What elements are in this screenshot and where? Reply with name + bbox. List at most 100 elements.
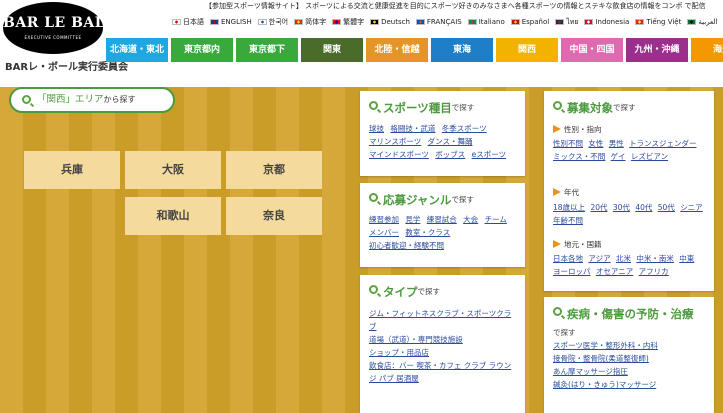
region-tab[interactable]: 東京都下 — [236, 38, 298, 62]
region-tab[interactable]: 東京都内 — [171, 38, 233, 62]
language-link[interactable]: Indonesia — [584, 15, 629, 29]
prefecture-kyoto[interactable]: 京都 — [226, 151, 322, 189]
filter-link[interactable]: 格闘技・武道 — [390, 124, 435, 133]
region-tab[interactable]: 九州・沖縄 — [626, 38, 688, 62]
filter-link[interactable]: メンバー — [369, 228, 399, 237]
prefecture-wakayama[interactable]: 和歌山 — [125, 197, 221, 235]
language-link[interactable]: Italiano — [467, 15, 505, 29]
target-group-nationality: 地元・国籍 — [553, 239, 602, 250]
language-link[interactable]: 简体字 — [294, 15, 326, 29]
card-target-header: 募集対象で探す — [553, 97, 636, 116]
region-tab[interactable]: 北陸・信越 — [366, 38, 428, 62]
filter-link[interactable]: eスポーツ — [472, 150, 506, 159]
card-genre-title: 応募ジャンル — [383, 192, 452, 207]
card-sports-links: 球技 格闘技・武道 冬季スポーツ マリンスポーツ ダンス・舞踊 マインドスポーツ… — [369, 122, 529, 161]
filter-link[interactable]: 練習試合 — [427, 215, 457, 224]
filter-link[interactable]: 接骨院・整骨院(柔道整復師) — [553, 352, 707, 365]
prefecture-osaka[interactable]: 大阪 — [125, 151, 221, 189]
prefecture-hyogo[interactable]: 兵庫 — [24, 151, 120, 189]
language-label: ไทย — [566, 18, 579, 26]
card-sports-suffix: で探す — [451, 103, 475, 112]
filter-link[interactable]: 中米・南米 — [636, 254, 674, 263]
filter-link[interactable]: 北米 — [616, 254, 631, 263]
language-link[interactable]: ไทย — [555, 15, 578, 29]
filter-link[interactable]: シニア — [680, 203, 703, 212]
filter-link[interactable]: チーム — [485, 215, 507, 224]
language-link[interactable]: 繁體字 — [332, 15, 364, 29]
language-label: 한국어 — [268, 18, 289, 26]
target-group-age-links: 18歳以上 20代 30代 40代 50代 シニア 年齢不問 — [553, 201, 711, 227]
language-link[interactable]: ENGLISH — [210, 15, 252, 29]
card-type-links: ジム・フィットネスクラブ・スポーツクラブ 道場（武道）・専門競技施設 ショップ・… — [369, 307, 519, 385]
region-tab[interactable]: 関東 — [301, 38, 363, 62]
language-link[interactable]: Deutsch — [370, 15, 410, 29]
filter-link[interactable]: 年齢不問 — [553, 216, 583, 225]
arrow-icon — [553, 240, 561, 248]
card-genre: 応募ジャンルで探す 練習参加 見学 練習試合 大会 チーム メンバー 教室・クラ… — [360, 183, 525, 267]
target-group-gender-title: 性別・指向 — [564, 125, 602, 134]
region-tab[interactable]: 中国・四国 — [561, 38, 623, 62]
region-tab[interactable]: 東海 — [431, 38, 493, 62]
filter-link[interactable]: ショップ・用品店 — [369, 346, 515, 359]
language-link[interactable]: Tiếng Việt — [635, 15, 681, 29]
filter-link[interactable]: 練習参加 — [369, 215, 399, 224]
language-label: FRANÇAIS — [426, 18, 462, 26]
site-header: BAR LE BALL EXECUTIVE COMMITTEE BARレ・ボール… — [0, 0, 723, 87]
filter-link[interactable]: ジム・フィットネスクラブ・スポーツクラブ — [369, 307, 515, 333]
region-tab[interactable]: 関西 — [496, 38, 558, 62]
filter-link[interactable]: ミックス・不問 — [553, 152, 605, 161]
filter-link[interactable]: 18歳以上 — [553, 203, 585, 212]
filter-link[interactable]: 道場（武道）・専門競技施設 — [369, 333, 515, 346]
language-link[interactable]: 日本語 — [172, 15, 204, 29]
filter-link[interactable]: オセアニア — [596, 267, 633, 276]
language-link[interactable]: Español — [510, 15, 549, 29]
filter-link[interactable]: 冬季スポーツ — [442, 124, 487, 133]
filter-link[interactable]: 飲食店：バー 喫茶・カフェ クラブ ラウンジ パブ 居酒屋 — [369, 359, 515, 385]
filter-link[interactable]: ゲイ — [611, 152, 626, 161]
filter-link[interactable]: 球技 — [369, 124, 384, 133]
filter-link[interactable]: 女性 — [588, 139, 603, 148]
prefecture-nara[interactable]: 奈良 — [226, 197, 322, 235]
filter-link[interactable]: ボッブス — [435, 150, 465, 159]
language-link[interactable]: العربية — [687, 15, 718, 29]
arrow-icon — [553, 125, 561, 133]
flag-icon — [210, 19, 219, 25]
filter-link[interactable]: マインドスポーツ — [369, 150, 429, 159]
filter-link[interactable]: 初心者歓迎・経験不問 — [369, 241, 444, 250]
filter-link[interactable]: 見学 — [405, 215, 420, 224]
filter-link[interactable]: 性別不問 — [553, 139, 583, 148]
card-injury-title: 疾病・傷害の予防・治療 — [567, 306, 694, 321]
filter-link[interactable]: 30代 — [613, 203, 630, 212]
filter-link[interactable]: レズビアン — [631, 152, 668, 161]
flag-icon — [257, 19, 267, 25]
flag-icon — [584, 19, 594, 25]
filter-link[interactable]: あん摩マッサージ指圧 — [553, 365, 707, 378]
filter-link[interactable]: アフリカ — [639, 267, 669, 276]
filter-link[interactable]: 鍼灸(はり・きゅう)マッサージ — [553, 378, 707, 391]
filter-link[interactable]: 日本各地 — [553, 254, 583, 263]
filter-link[interactable]: スポーツ医学・整形外科・内科 — [553, 339, 707, 352]
area-search-button[interactable]: 「関西」エリアから探す — [9, 87, 175, 113]
region-tab[interactable]: 北海道・東北 — [106, 38, 168, 62]
filter-link[interactable]: 20代 — [590, 203, 607, 212]
filter-link[interactable]: 中東 — [679, 254, 694, 263]
language-label: العربية — [698, 18, 718, 26]
filter-link[interactable]: 教室・クラス — [405, 228, 450, 237]
language-label: 日本語 — [183, 18, 204, 26]
language-link[interactable]: 한국어 — [257, 15, 289, 29]
filter-link[interactable]: 40代 — [635, 203, 652, 212]
filter-link[interactable]: アジア — [588, 254, 610, 263]
flag-icon — [370, 19, 380, 25]
site-logo[interactable]: BAR LE BALL EXECUTIVE COMMITTEE — [3, 2, 115, 54]
language-label: Indonesia — [595, 18, 630, 26]
region-tab[interactable]: 海外 — [691, 38, 723, 62]
card-target-title: 募集対象 — [567, 100, 613, 115]
filter-link[interactable]: マリンスポーツ — [369, 137, 421, 146]
filter-link[interactable]: 男性 — [609, 139, 624, 148]
filter-link[interactable]: 50代 — [658, 203, 675, 212]
language-link[interactable]: FRANÇAIS — [415, 15, 462, 29]
filter-link[interactable]: ダンス・舞踊 — [428, 137, 473, 146]
filter-link[interactable]: トランスジェンダー — [629, 139, 696, 148]
filter-link[interactable]: 大会 — [463, 215, 478, 224]
filter-link[interactable]: ヨーロッパ — [553, 267, 591, 276]
